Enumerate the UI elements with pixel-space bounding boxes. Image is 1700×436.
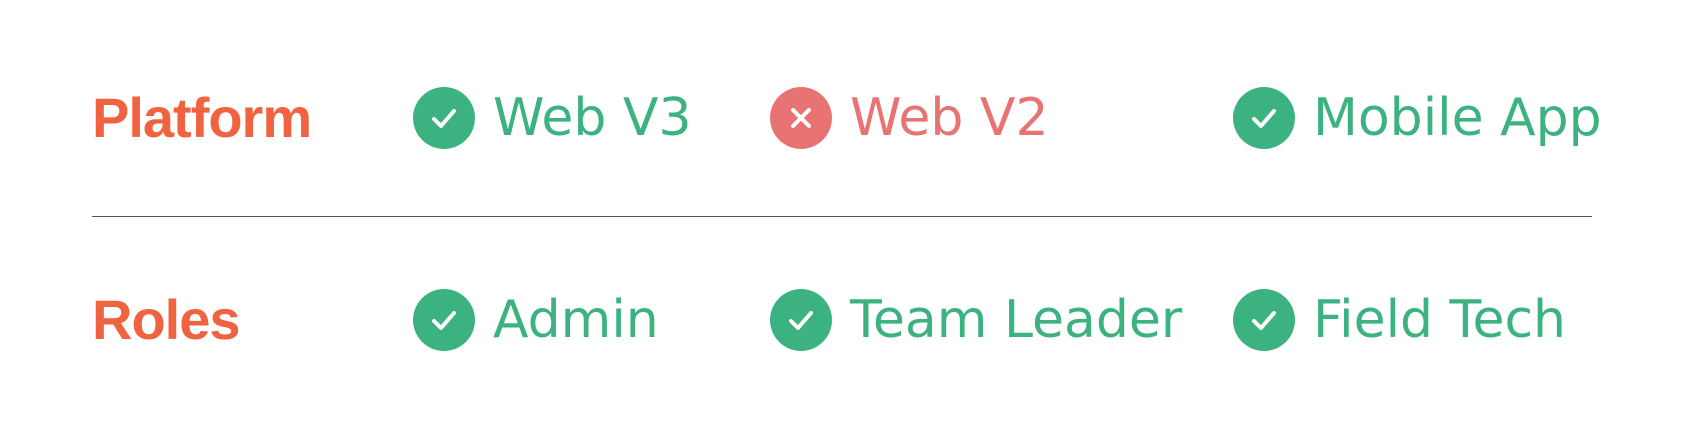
x-icon: [770, 87, 832, 149]
check-icon: [1233, 289, 1295, 351]
check-icon: [413, 289, 475, 351]
platform-item-label: Mobile App: [1313, 88, 1602, 148]
roles-item-field-tech: Field Tech: [1233, 280, 1566, 360]
platform-item-label: Web V2: [850, 88, 1049, 148]
platform-item-label: Web V3: [493, 88, 692, 148]
platform-item-web-v2: Web V2: [770, 78, 1049, 158]
section-divider: [92, 216, 1592, 217]
platform-item-mobile-app: Mobile App: [1233, 78, 1602, 158]
roles-item-admin: Admin: [413, 280, 659, 360]
roles-label: Roles: [92, 288, 240, 351]
platform-label: Platform: [92, 86, 312, 149]
check-icon: [1233, 87, 1295, 149]
roles-item-label: Field Tech: [1313, 290, 1567, 350]
roles-item-label: Admin: [493, 290, 659, 350]
platform-row: Platform Web V3 Web V2 Mobile App: [0, 78, 1700, 158]
check-icon: [770, 289, 832, 351]
roles-row: Roles Admin Team Leader Field Tech: [0, 280, 1700, 360]
roles-item-label: Team Leader: [850, 290, 1183, 350]
roles-item-team-leader: Team Leader: [770, 280, 1182, 360]
platform-item-web-v3: Web V3: [413, 78, 692, 158]
check-icon: [413, 87, 475, 149]
